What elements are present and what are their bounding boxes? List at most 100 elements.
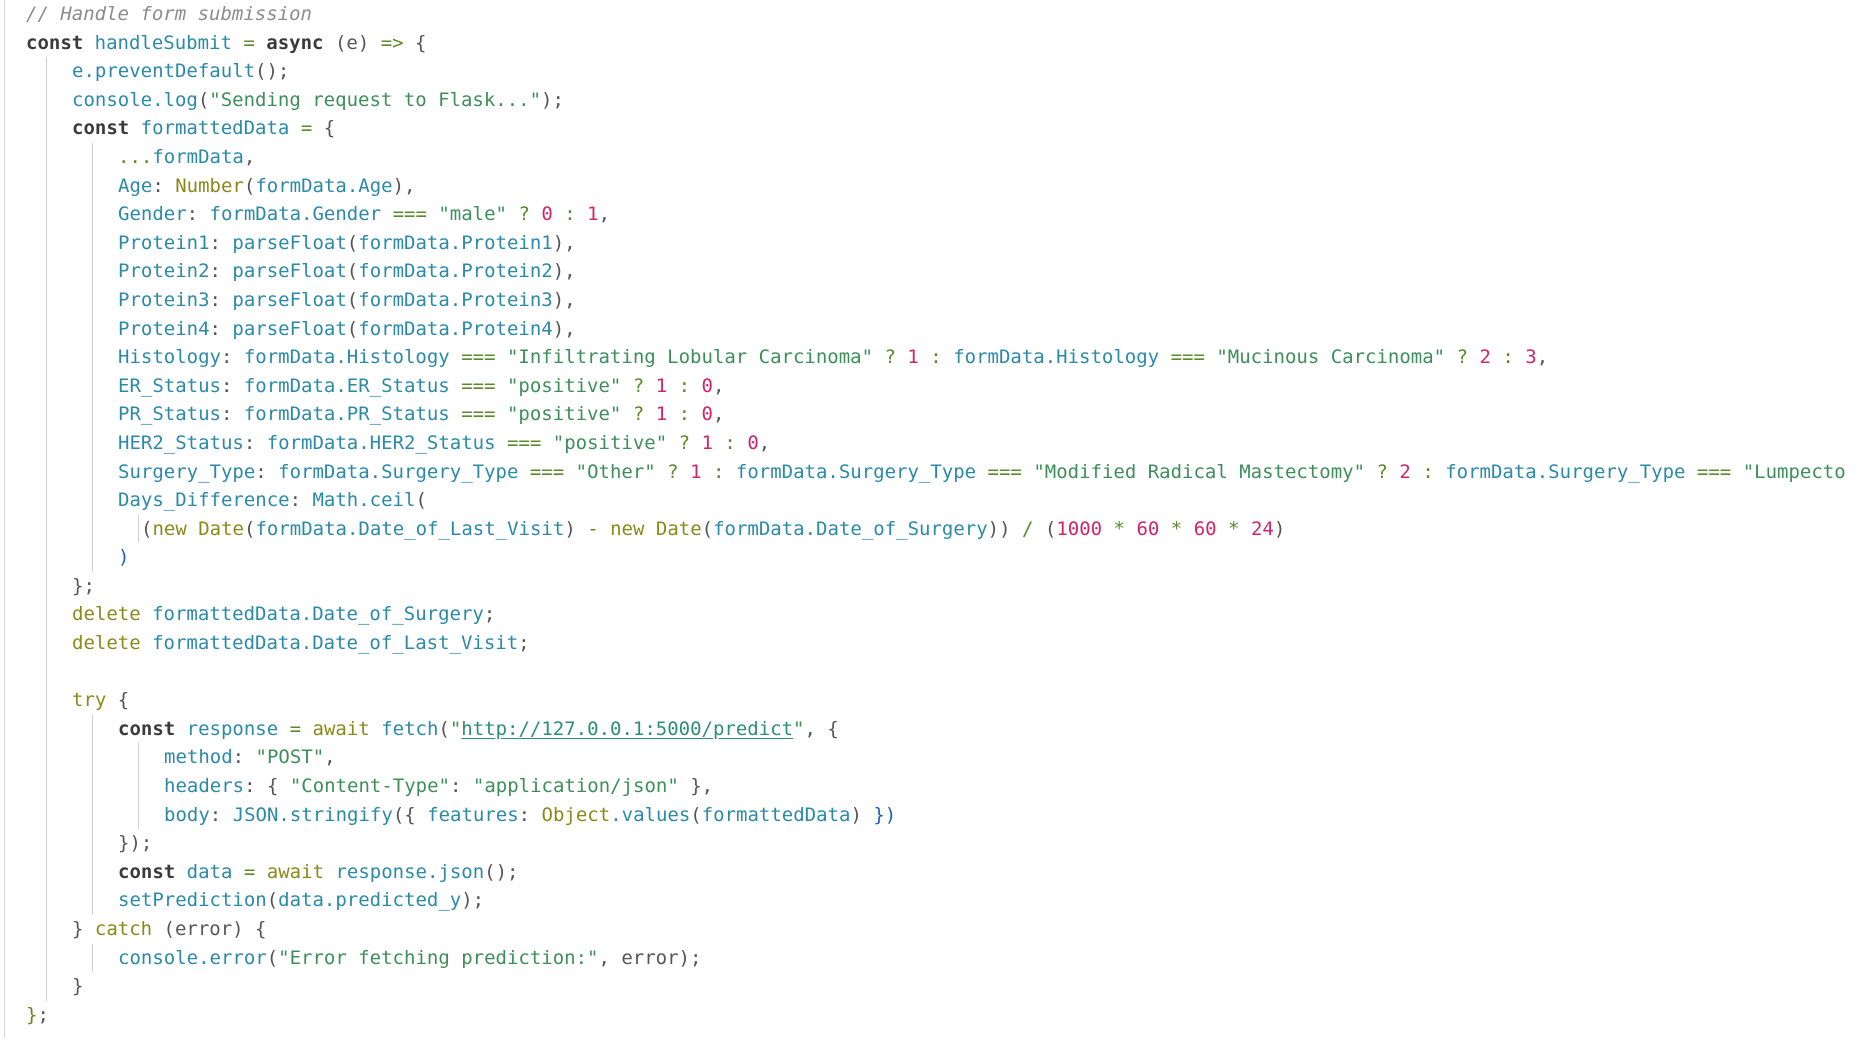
code-token: formData.ER_Status <box>243 374 450 397</box>
code-token: ) <box>850 803 874 826</box>
code-token: 60 <box>1136 517 1160 540</box>
code-token: body <box>164 803 210 826</box>
code-token: catch <box>94 918 153 940</box>
code-token: ) <box>1273 517 1286 540</box>
indent-guide <box>46 228 47 258</box>
indent-guide <box>46 943 47 973</box>
code-token: features <box>427 803 519 826</box>
code-line[interactable]: } <box>26 972 1861 1001</box>
code-token: Protein4 <box>118 317 210 340</box>
indent-guide <box>92 543 93 572</box>
code-token: 1 <box>587 203 599 226</box>
code-line[interactable]: PR_Status: formData.PR_Status === "posit… <box>26 400 1861 429</box>
code-line[interactable]: Protein1: parseFloat(formData.Protein1), <box>26 228 1861 258</box>
code-line-content: Protein2: parseFloat(formData.Protein2), <box>118 260 576 282</box>
code-line[interactable]: try { <box>26 686 1861 715</box>
code-line[interactable]: Protein4: parseFloat(formData.Protein4), <box>26 314 1861 344</box>
code-line-content: }; <box>72 575 95 597</box>
code-line[interactable]: const formattedData = { <box>26 114 1861 143</box>
code-token: Protein1 <box>118 231 210 254</box>
code-token: }) <box>873 803 897 826</box>
code-token: formData <box>152 145 244 168</box>
code-line[interactable]: ) <box>26 543 1861 572</box>
code-token: (error) { <box>152 918 267 940</box>
code-token: 0 <box>541 203 553 226</box>
indent-guide <box>46 257 47 286</box>
code-line[interactable]: }; <box>26 571 1861 601</box>
indent-guide <box>46 486 47 515</box>
code-line[interactable]: // Handle form submission <box>26 0 1861 29</box>
code-line[interactable]: Gender: formData.Gender === "male" ? 0 :… <box>26 200 1861 229</box>
code-line[interactable]: const data = await response.json(); <box>26 857 1861 887</box>
indent-guide <box>92 142 93 172</box>
code-line[interactable]: setPrediction(data.predicted_y); <box>26 886 1861 915</box>
code-token: ? <box>678 431 691 454</box>
code-line[interactable]: } catch (error) { <box>26 915 1861 944</box>
indent-guide <box>46 886 47 915</box>
code-line[interactable]: method: "POST", <box>26 743 1861 773</box>
code-token: { <box>403 31 427 54</box>
code-line[interactable]: }); <box>26 829 1861 858</box>
code-line[interactable]: ER_Status: formData.ER_Status === "posit… <box>26 371 1861 401</box>
code-line[interactable] <box>26 657 1861 687</box>
code-editor[interactable]: // Handle form submission const handleSub… <box>0 0 1861 1038</box>
code-line[interactable]: Protein3: parseFloat(formData.Protein3), <box>26 285 1861 315</box>
code-line-content: } <box>72 975 83 997</box>
code-token: parseFloat <box>232 317 347 340</box>
code-token: Number <box>175 174 244 197</box>
code-line[interactable]: console.error("Error fetching prediction… <box>26 943 1861 973</box>
indent-guide <box>92 886 93 915</box>
code-token: * <box>1170 517 1183 540</box>
code-token: 60 <box>1193 517 1217 540</box>
code-token: formattedData <box>701 803 851 826</box>
code-line[interactable]: Age: Number(formData.Age), <box>26 171 1861 201</box>
code-line[interactable]: console.log("Sending request to Flask...… <box>26 85 1861 115</box>
code-token: } <box>72 975 84 998</box>
code-token: / <box>1021 517 1034 540</box>
code-token: try <box>72 689 107 712</box>
code-line[interactable]: ...formData, <box>26 142 1861 172</box>
code-line[interactable]: Histology: formData.Histology === "Infil… <box>26 343 1861 372</box>
code-token: === <box>1170 346 1205 369</box>
code-token: ( <box>1033 517 1057 540</box>
code-token: ? <box>518 203 530 226</box>
code-token: 0 <box>701 374 713 397</box>
code-area[interactable]: // Handle form submission const handleSub… <box>26 0 1861 1029</box>
code-line[interactable]: const handleSubmit = async (e) => { <box>26 29 1861 58</box>
code-token: Date <box>655 517 702 540</box>
code-line-content: console.error("Error fetching prediction… <box>118 947 701 969</box>
code-line[interactable]: const response = await fetch("http://127… <box>26 714 1861 744</box>
code-line[interactable]: Surgery_Type: formData.Surgery_Type === … <box>26 457 1861 487</box>
code-line[interactable]: Days_Difference: Math.ceil( <box>26 486 1861 515</box>
code-line[interactable]: delete formattedData.Date_of_Last_Visit; <box>26 629 1861 658</box>
code-token: ? <box>632 403 645 426</box>
code-token: Math.ceil <box>312 489 416 512</box>
code-line[interactable]: HER2_Status: formData.HER2_Status === "p… <box>26 428 1861 458</box>
code-line[interactable]: (new Date(formData.Date_of_Last_Visit) -… <box>26 514 1861 544</box>
code-line[interactable]: headers: { "Content-Type": "application/… <box>26 772 1861 801</box>
code-line-content: delete formattedData.Date_of_Surgery; <box>72 603 495 625</box>
code-line[interactable]: Protein2: parseFloat(formData.Protein2), <box>26 257 1861 286</box>
code-token: => <box>380 31 404 54</box>
code-token: ( <box>346 260 359 283</box>
code-line[interactable]: delete formattedData.Date_of_Surgery; <box>26 600 1861 630</box>
code-line[interactable]: body: JSON.stringify({ features: Object.… <box>26 800 1861 830</box>
code-line[interactable]: }; <box>26 1001 1861 1030</box>
code-token: ( <box>701 517 714 540</box>
indent-guide <box>92 800 93 830</box>
indent-guide <box>46 772 47 801</box>
code-line[interactable]: e.preventDefault(); <box>26 57 1861 86</box>
